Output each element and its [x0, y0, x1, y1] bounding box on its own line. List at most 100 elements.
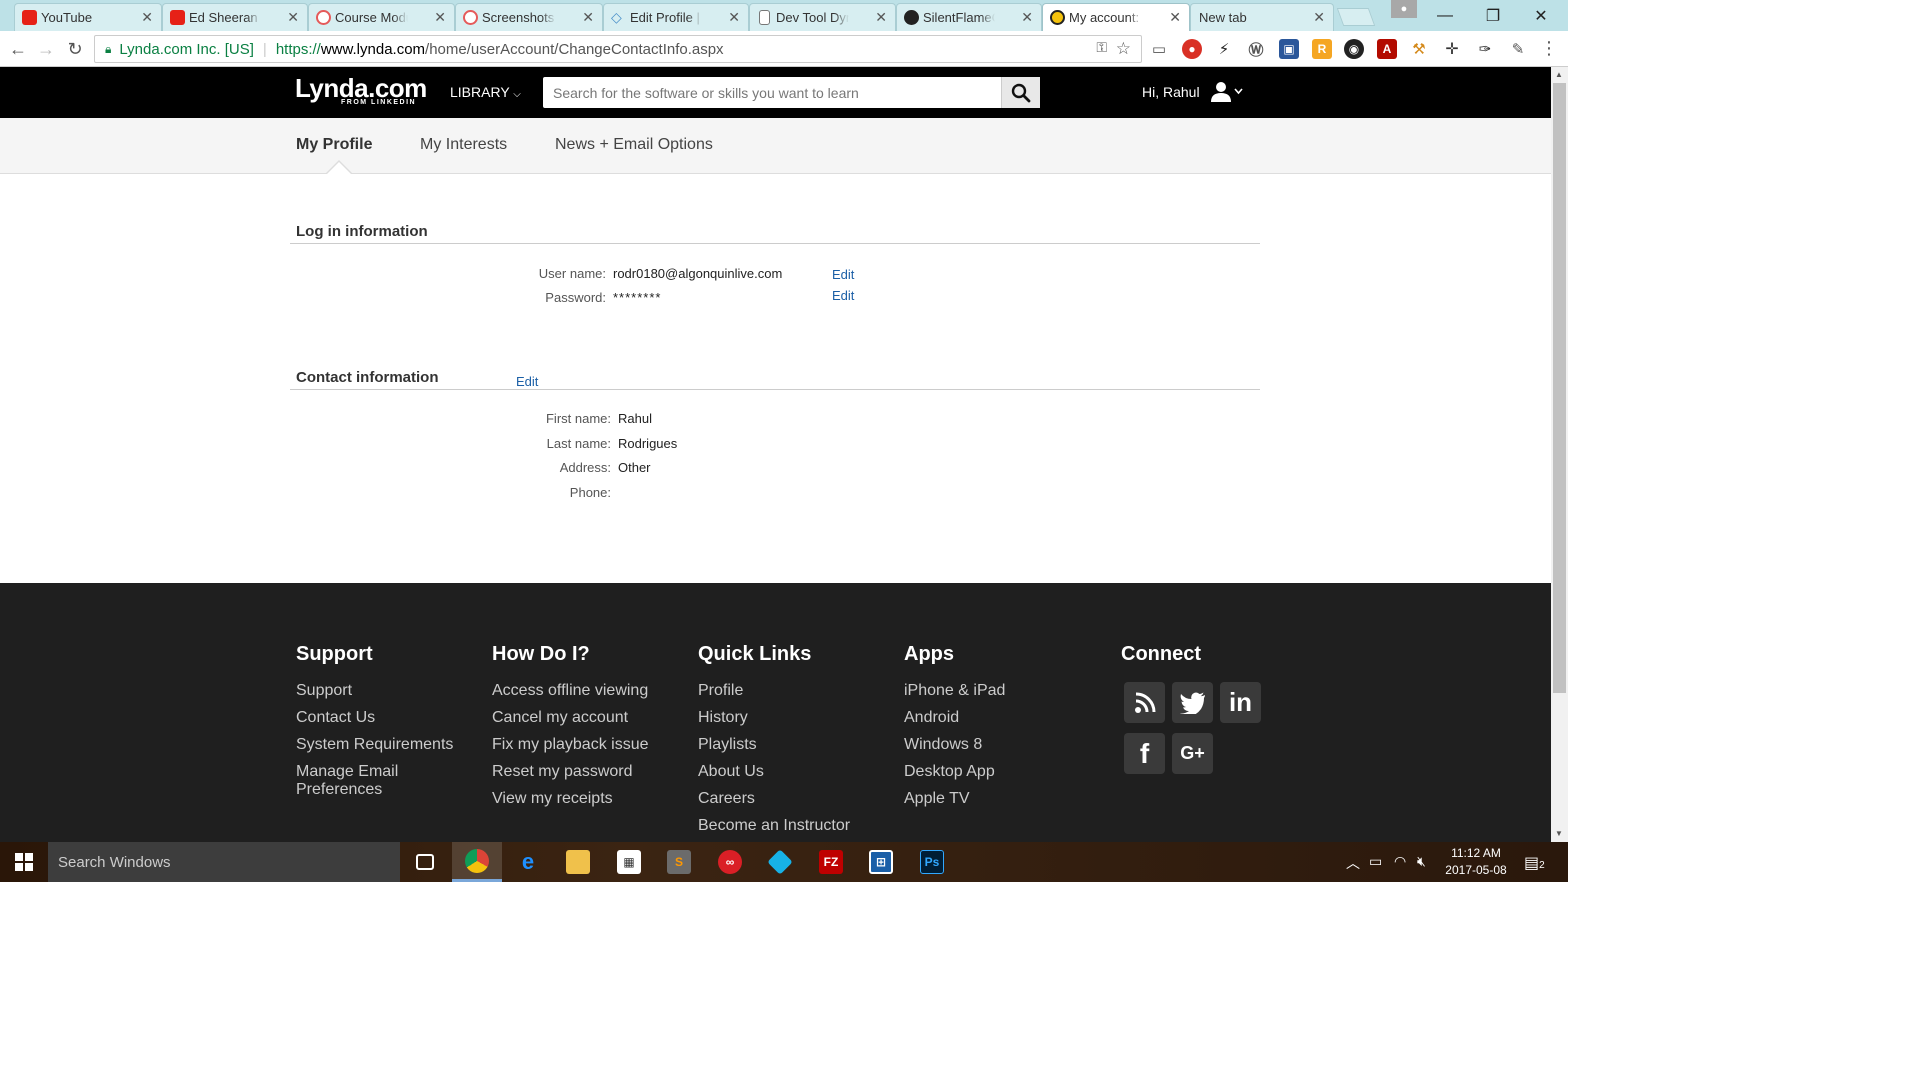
footer-link[interactable]: Android [904, 709, 1005, 727]
user-menu-button[interactable] [1210, 81, 1244, 103]
footer-link[interactable]: Become an Instructor [698, 817, 850, 835]
tab-my-interests[interactable]: My Interests [420, 136, 507, 154]
cast-icon[interactable]: ▭ [1149, 39, 1169, 59]
footer-link[interactable]: Support [296, 682, 453, 700]
extension-icon[interactable]: R [1312, 39, 1332, 59]
wifi-icon[interactable]: ◠ [1394, 853, 1406, 870]
close-icon[interactable]: ✕ [1021, 9, 1033, 26]
footer-link[interactable]: Cancel my account [492, 709, 649, 727]
browser-tab[interactable]: Ed Sheeran - Ga ✕ [162, 3, 308, 31]
hammer-icon[interactable]: ⚒ [1409, 39, 1429, 59]
google-plus-icon[interactable]: G+ [1172, 733, 1213, 774]
taskbar-photoshop[interactable]: Ps [907, 842, 957, 882]
taskbar-sublime[interactable]: S [654, 842, 704, 882]
search-button[interactable] [1001, 77, 1040, 108]
browser-tab[interactable]: Course Module ✕ [308, 3, 455, 31]
search-input[interactable] [543, 77, 1001, 108]
tab-my-profile[interactable]: My Profile [296, 136, 372, 154]
new-tab-button[interactable] [1336, 8, 1376, 26]
taskbar-edge[interactable]: e [503, 842, 553, 882]
edit-contact-link[interactable]: Edit [516, 374, 538, 389]
pdf-icon[interactable]: A [1377, 39, 1397, 59]
footer-link[interactable]: Fix my playback issue [492, 736, 649, 754]
system-clock[interactable]: 11:12 AM 2017-05-08 [1440, 845, 1512, 879]
key-icon[interactable]: ⚿ [1096, 39, 1107, 56]
browser-tab[interactable]: New tab ✕ [1190, 3, 1334, 31]
minimize-button[interactable]: — [1422, 0, 1468, 31]
close-icon[interactable]: ✕ [287, 9, 299, 26]
rss-icon[interactable] [1124, 682, 1165, 723]
linkedin-icon[interactable]: in [1220, 682, 1261, 723]
footer-link[interactable]: Profile [698, 682, 850, 700]
bookmark-star-icon[interactable]: ☆ [1116, 39, 1131, 59]
close-window-button[interactable]: ✕ [1518, 0, 1564, 31]
close-icon[interactable]: ✕ [582, 9, 594, 26]
back-icon[interactable]: ← [6, 37, 30, 61]
facebook-icon[interactable]: f [1124, 733, 1165, 774]
close-icon[interactable]: ✕ [141, 9, 153, 26]
scroll-thumb[interactable] [1553, 83, 1566, 693]
extension-icon[interactable]: ▣ [1279, 39, 1299, 59]
footer-link[interactable]: Desktop App [904, 763, 1005, 781]
close-icon[interactable]: ✕ [434, 9, 446, 26]
windows-search-box[interactable]: Search Windows [48, 842, 400, 882]
eyedropper-icon[interactable]: ✎ [1508, 39, 1528, 59]
tab-news-email-options[interactable]: News + Email Options [555, 136, 713, 154]
taskbar-kodi[interactable] [755, 842, 805, 882]
taskbar-chrome[interactable] [452, 842, 502, 882]
footer-link[interactable]: About Us [698, 763, 850, 781]
address-bar[interactable]: 🔒︎ Lynda.com Inc. [US] | https://www.lyn… [94, 35, 1142, 63]
footer-link[interactable]: Apple TV [904, 790, 1005, 808]
footer-link[interactable]: System Requirements [296, 736, 453, 754]
close-icon[interactable]: ✕ [1313, 9, 1325, 26]
chrome-profile-icon[interactable]: ● [1391, 0, 1417, 18]
scroll-down-icon[interactable]: ▼ [1555, 829, 1563, 838]
taskbar-filezilla[interactable]: FZ [806, 842, 856, 882]
browser-tab-active[interactable]: My account: My ✕ [1042, 3, 1190, 31]
footer-link[interactable]: History [698, 709, 850, 727]
taskbar-app[interactable]: ⊞ [856, 842, 906, 882]
adblock-icon[interactable]: ● [1182, 39, 1202, 59]
footer-link[interactable]: Contact Us [296, 709, 453, 727]
browser-tab[interactable]: YouTube ✕ [14, 3, 162, 31]
action-center-icon[interactable]: ▤2 [1524, 853, 1545, 873]
close-icon[interactable]: ✕ [728, 9, 740, 26]
browser-tab[interactable]: Screenshots ✕ [455, 3, 603, 31]
footer-link[interactable]: Manage Email Preferences [296, 763, 426, 799]
close-icon[interactable]: ✕ [1169, 9, 1181, 26]
chrome-menu-icon[interactable]: ⋮ [1540, 38, 1558, 59]
close-icon[interactable]: ✕ [875, 9, 887, 26]
bolt-icon[interactable]: ⚡ [1214, 39, 1234, 59]
restore-button[interactable]: ❐ [1470, 0, 1516, 31]
wordpress-icon[interactable]: Ⓦ [1246, 39, 1266, 59]
footer-link[interactable]: Careers [698, 790, 850, 808]
taskbar-store[interactable]: ▦ [604, 842, 654, 882]
move-icon[interactable]: ✛ [1442, 39, 1462, 59]
taskbar-creative-cloud[interactable]: ∞ [705, 842, 755, 882]
browser-tab[interactable]: ◇ Edit Profile | Co ✕ [603, 3, 749, 31]
battery-icon[interactable]: ▭ [1369, 853, 1382, 870]
scroll-up-icon[interactable]: ▲ [1555, 70, 1563, 79]
task-view-button[interactable] [400, 842, 450, 882]
tray-chevron-up-icon[interactable]: ︿ [1346, 853, 1360, 873]
edit-username-link[interactable]: Edit [832, 267, 854, 282]
footer-link[interactable]: Reset my password [492, 763, 649, 781]
pin-icon[interactable]: ✑ [1475, 39, 1495, 59]
footer-link[interactable]: Access offline viewing [492, 682, 649, 700]
footer-link[interactable]: Playlists [698, 736, 850, 754]
browser-tab[interactable]: Dev Tool Dynam ✕ [749, 3, 896, 31]
windows-start-button[interactable] [0, 842, 48, 882]
footer-link[interactable]: Windows 8 [904, 736, 1005, 754]
forward-icon[interactable]: → [34, 37, 58, 61]
lynda-logo[interactable]: Lynda.com FROM LINKEDIN [295, 75, 427, 106]
edit-password-link[interactable]: Edit [832, 288, 854, 303]
reload-icon[interactable]: ↻ [63, 37, 87, 61]
extension-icon[interactable]: ◉ [1344, 39, 1364, 59]
browser-tab[interactable]: SilentFlameCR/ ✕ [896, 3, 1042, 31]
library-menu-button[interactable]: LIBRARY ⌵ [450, 84, 521, 100]
footer-link[interactable]: iPhone & iPad [904, 682, 1005, 700]
page-scrollbar[interactable]: ▲ ▼ [1551, 67, 1568, 842]
volume-muted-icon[interactable]: 🔇︎ [1417, 853, 1426, 870]
taskbar-file-explorer[interactable] [553, 842, 603, 882]
twitter-icon[interactable] [1172, 682, 1213, 723]
